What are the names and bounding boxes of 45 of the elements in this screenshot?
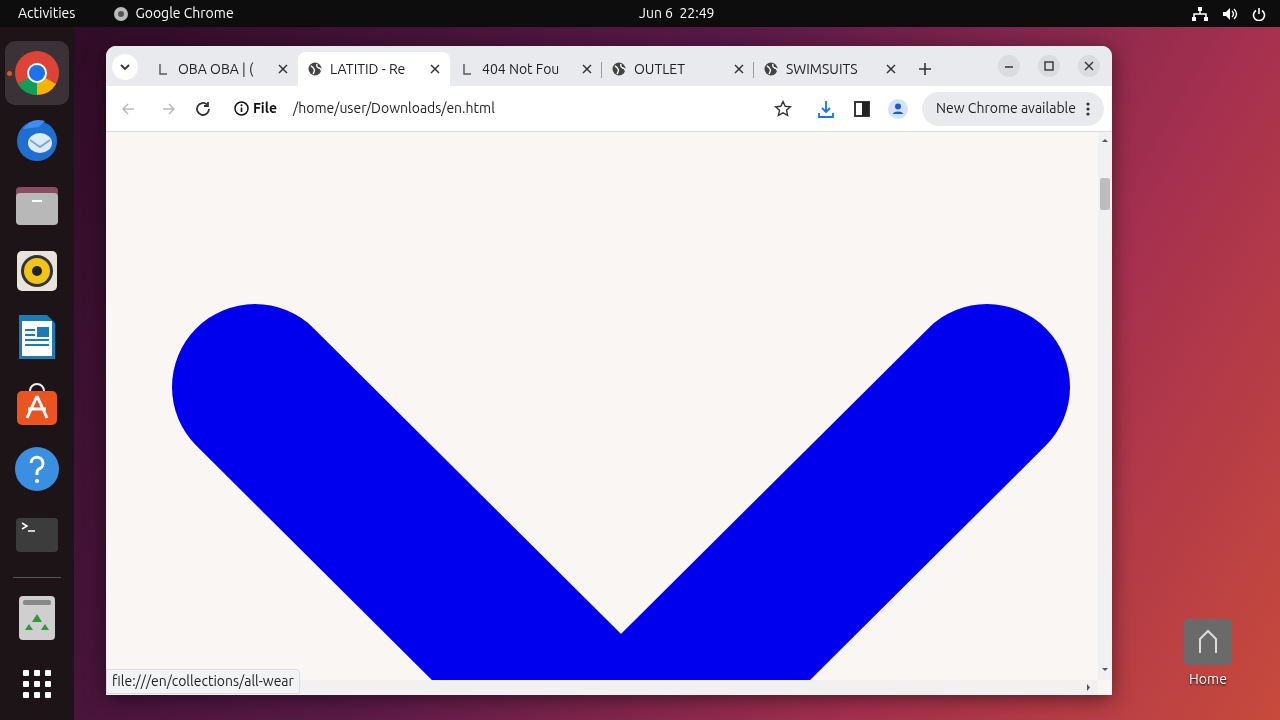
plus-icon: [919, 63, 931, 75]
status-url: file:///en/collections/all-wear: [106, 669, 300, 694]
close-icon[interactable]: [734, 64, 744, 74]
chevron-down-icon: [120, 64, 130, 70]
scheme-label[interactable]: File: [253, 98, 278, 119]
close-icon[interactable]: [886, 64, 896, 74]
minimize-button[interactable]: [998, 55, 1022, 77]
browser-tab[interactable]: OBA OBA | (: [146, 52, 298, 86]
page-icon: [156, 62, 170, 76]
vertical-scrollbar[interactable]: [1098, 132, 1112, 680]
close-button[interactable]: [1078, 55, 1102, 77]
power-icon[interactable]: [1252, 6, 1266, 21]
desktop-icon-label[interactable]: Home: [1189, 669, 1227, 690]
tab-search-button[interactable]: [112, 54, 138, 80]
tab-title: 404 Not Fou: [482, 59, 561, 79]
star-icon[interactable]: [774, 99, 793, 118]
globe-icon: [612, 62, 626, 76]
maximize-button[interactable]: [1038, 55, 1062, 77]
chrome-icon: [13, 49, 61, 97]
browser-tab[interactable]: 404 Not Fou: [450, 52, 602, 86]
chrome-icon: [113, 5, 130, 22]
browser-tab[interactable]: LATITID - Re: [298, 52, 450, 86]
tab-title: OUTLET: [634, 59, 686, 79]
dock-item[interactable]: [5, 41, 69, 105]
browser-tab[interactable]: OUTLET: [602, 52, 754, 86]
close-icon[interactable]: [430, 64, 440, 74]
tab-title: SWIMSUITS: [786, 59, 859, 79]
activities-button[interactable]: Activities: [18, 3, 76, 24]
close-icon[interactable]: [582, 64, 592, 74]
page-icon: [460, 62, 474, 76]
globe-icon: [764, 62, 778, 76]
tab-title: OBA OBA | (: [178, 59, 255, 79]
more-icon: [1086, 101, 1090, 116]
url-text[interactable]: /home/user/Downloads/en.html: [293, 98, 769, 119]
help-icon: [13, 445, 61, 493]
globe-icon: [308, 62, 322, 76]
close-icon[interactable]: [278, 64, 288, 74]
clock[interactable]: Jun 6 22:49: [639, 3, 715, 24]
volume-icon[interactable]: [1222, 6, 1238, 21]
network-icon[interactable]: [1192, 6, 1208, 21]
browser-tab[interactable]: SWIMSUITS: [754, 52, 906, 86]
update-button[interactable]: New Chrome available: [922, 91, 1104, 126]
tab-title: LATITID - Re: [330, 59, 407, 79]
info-icon[interactable]: [234, 101, 249, 116]
app-name[interactable]: Google Chrome: [135, 3, 234, 24]
